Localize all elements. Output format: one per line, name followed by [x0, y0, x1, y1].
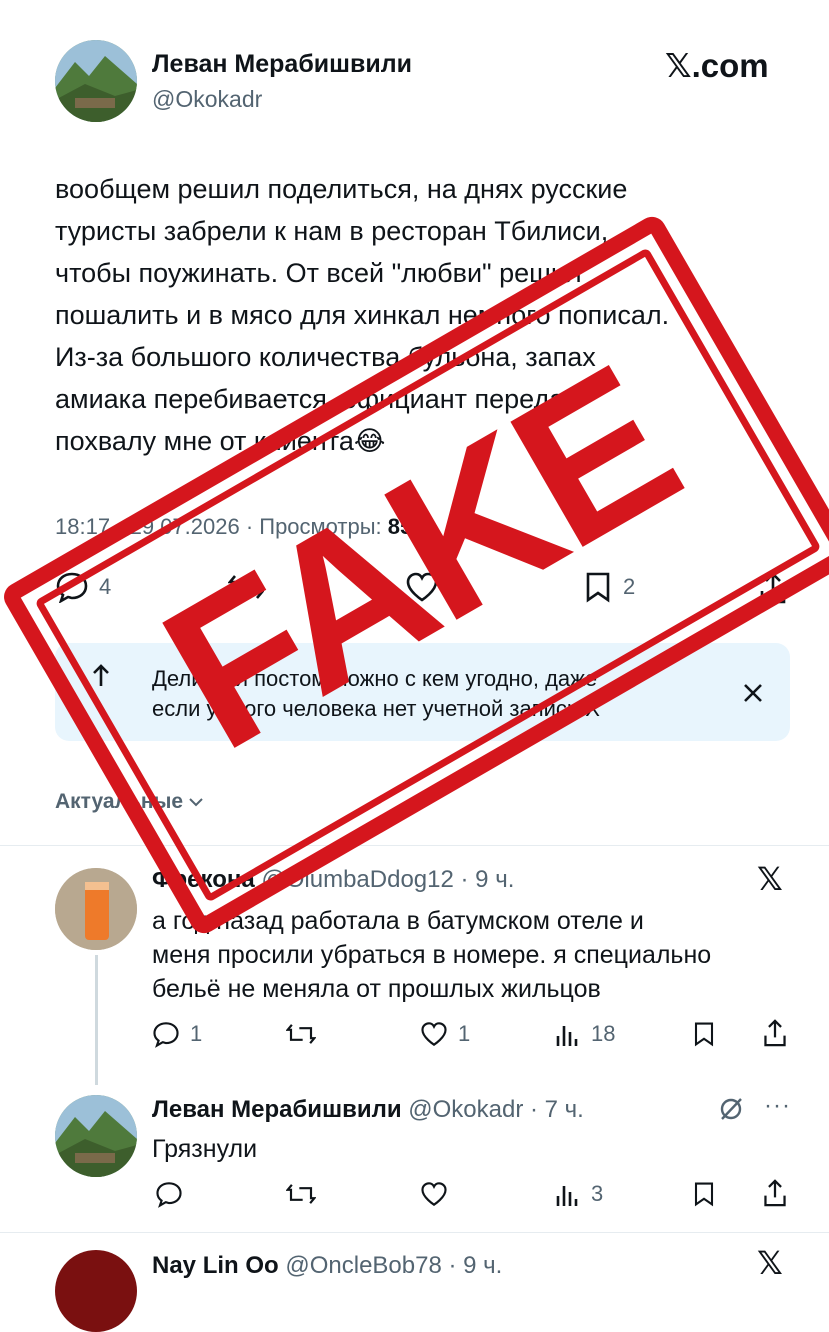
divider	[0, 845, 829, 846]
reply-author-name[interactable]: Фрекона	[152, 866, 255, 893]
bookmark-count: 2	[623, 574, 636, 599]
heart-icon	[420, 1020, 448, 1048]
share-icon[interactable]	[758, 571, 788, 605]
repost-icon[interactable]	[286, 1020, 316, 1048]
reply-views-action[interactable]: 18	[555, 1020, 615, 1048]
share-icon[interactable]	[762, 1018, 788, 1048]
reply-avatar[interactable]	[55, 1095, 137, 1177]
post-views: 85	[387, 514, 413, 539]
reply-author-handle[interactable]: @OncleBob78 · 9 ч.	[285, 1252, 502, 1279]
reply-count: 4	[99, 574, 112, 599]
post-line: похвалу мне от клиента😂	[55, 426, 386, 456]
grok-icon[interactable]	[718, 1096, 744, 1122]
bookmark-icon[interactable]	[692, 1180, 716, 1208]
reply-views-count: 18	[591, 1021, 616, 1046]
repost-action[interactable]	[228, 571, 264, 603]
post-meta: 18:17 · 29.07.2026 · Просмотры: 85	[55, 514, 412, 540]
like-count: 9	[449, 574, 462, 599]
thread-line	[95, 955, 98, 1085]
repost-icon[interactable]	[286, 1180, 316, 1208]
reply-comment-count: 1	[190, 1021, 203, 1046]
reply-header: Nay Lin Oo @OncleBob78 · 9 ч.	[152, 1252, 502, 1280]
reply-avatar[interactable]	[55, 868, 137, 950]
bookmark-icon	[583, 571, 613, 603]
reply-header: Фрекона @OlumbaDdog12 · 9 ч.	[152, 866, 514, 894]
bar-chart-icon	[555, 1020, 581, 1048]
more-icon[interactable]: ···	[764, 1092, 791, 1120]
share-arrow-icon	[90, 662, 112, 688]
author-handle[interactable]: @Okokadr	[152, 86, 262, 113]
divider	[0, 1232, 829, 1233]
reply-line: а год назад работала в батумском отеле и	[152, 907, 644, 935]
reply-views-action[interactable]: 3	[555, 1180, 603, 1208]
post-line: амиака перебивается. официант передал	[55, 384, 581, 414]
reply-line: меня просили убраться в номере. я специа…	[152, 941, 712, 969]
share-icon[interactable]	[762, 1178, 788, 1208]
reply-views-count: 3	[591, 1181, 604, 1206]
post-line: вообщем решил поделиться, на днях русски…	[55, 174, 628, 204]
post-line: туристы забрели к нам в ресторан Тбилиси…	[55, 216, 609, 246]
sort-label: Актуальные	[55, 790, 184, 813]
reply-author-handle[interactable]: @OlumbaDdog12 · 9 ч.	[261, 866, 514, 893]
reply-author-handle[interactable]: @Okokadr · 7 ч.	[408, 1096, 584, 1123]
reply-avatar[interactable]	[55, 1250, 137, 1332]
post-line: пошалить и в мясо для хинкал немного поп…	[55, 300, 670, 330]
reply-text: а год назад работала в батумском отеле и…	[152, 904, 802, 1006]
like-action[interactable]: 9	[405, 571, 461, 603]
x-com-logo: 𝕏.com	[665, 47, 769, 84]
share-banner-line: Делиться постом можно с кем угодно, даже	[152, 666, 598, 691]
post-text: вообщем решил поделиться, на днях русски…	[55, 168, 795, 462]
reply-action[interactable]: 4	[55, 571, 111, 603]
share-banner-text: Делиться постом можно с кем угодно, даже…	[152, 664, 600, 724]
reply-header: Леван Мерабишвили @Okokadr · 7 ч.	[152, 1096, 584, 1124]
post-line: чтобы поужинать. От всей "любви" решил	[55, 258, 582, 288]
reply-line: бельё не меняла от прошлых жильцов	[152, 975, 601, 1003]
bookmark-action[interactable]: 2	[583, 571, 635, 603]
close-icon[interactable]	[742, 682, 764, 704]
reply-text: Грязнули	[152, 1135, 258, 1163]
sort-dropdown[interactable]: Актуальные	[55, 790, 203, 814]
comment-icon	[152, 1020, 180, 1048]
repost-icon	[228, 571, 264, 603]
reply-like-action[interactable]: 1	[420, 1020, 470, 1048]
bar-chart-icon	[555, 1180, 581, 1208]
author-name[interactable]: Леван Мерабишвили	[152, 50, 412, 79]
comment-icon	[55, 571, 89, 603]
heart-icon	[405, 571, 439, 603]
share-banner-line: если у этого человека нет учетной записи…	[152, 696, 600, 721]
reply-author-name[interactable]: Леван Мерабишвили	[152, 1096, 402, 1123]
post-timestamp[interactable]: 18:17 · 29.07.2026 · Просмотры:	[55, 514, 382, 539]
heart-icon[interactable]	[420, 1180, 448, 1208]
chevron-down-icon	[189, 797, 203, 807]
reply-comment-action[interactable]: 1	[152, 1020, 202, 1048]
x-logo-icon: 𝕏	[757, 1245, 783, 1281]
reply-author-name[interactable]: Nay Lin Oo	[152, 1252, 279, 1279]
post-line: Из-за большого количества бульона, запах	[55, 342, 596, 372]
x-logo-icon: 𝕏	[757, 861, 783, 897]
author-avatar[interactable]	[55, 40, 137, 122]
reply-like-count: 1	[458, 1021, 471, 1046]
bookmark-icon[interactable]	[692, 1020, 716, 1048]
comment-icon[interactable]	[155, 1180, 183, 1208]
